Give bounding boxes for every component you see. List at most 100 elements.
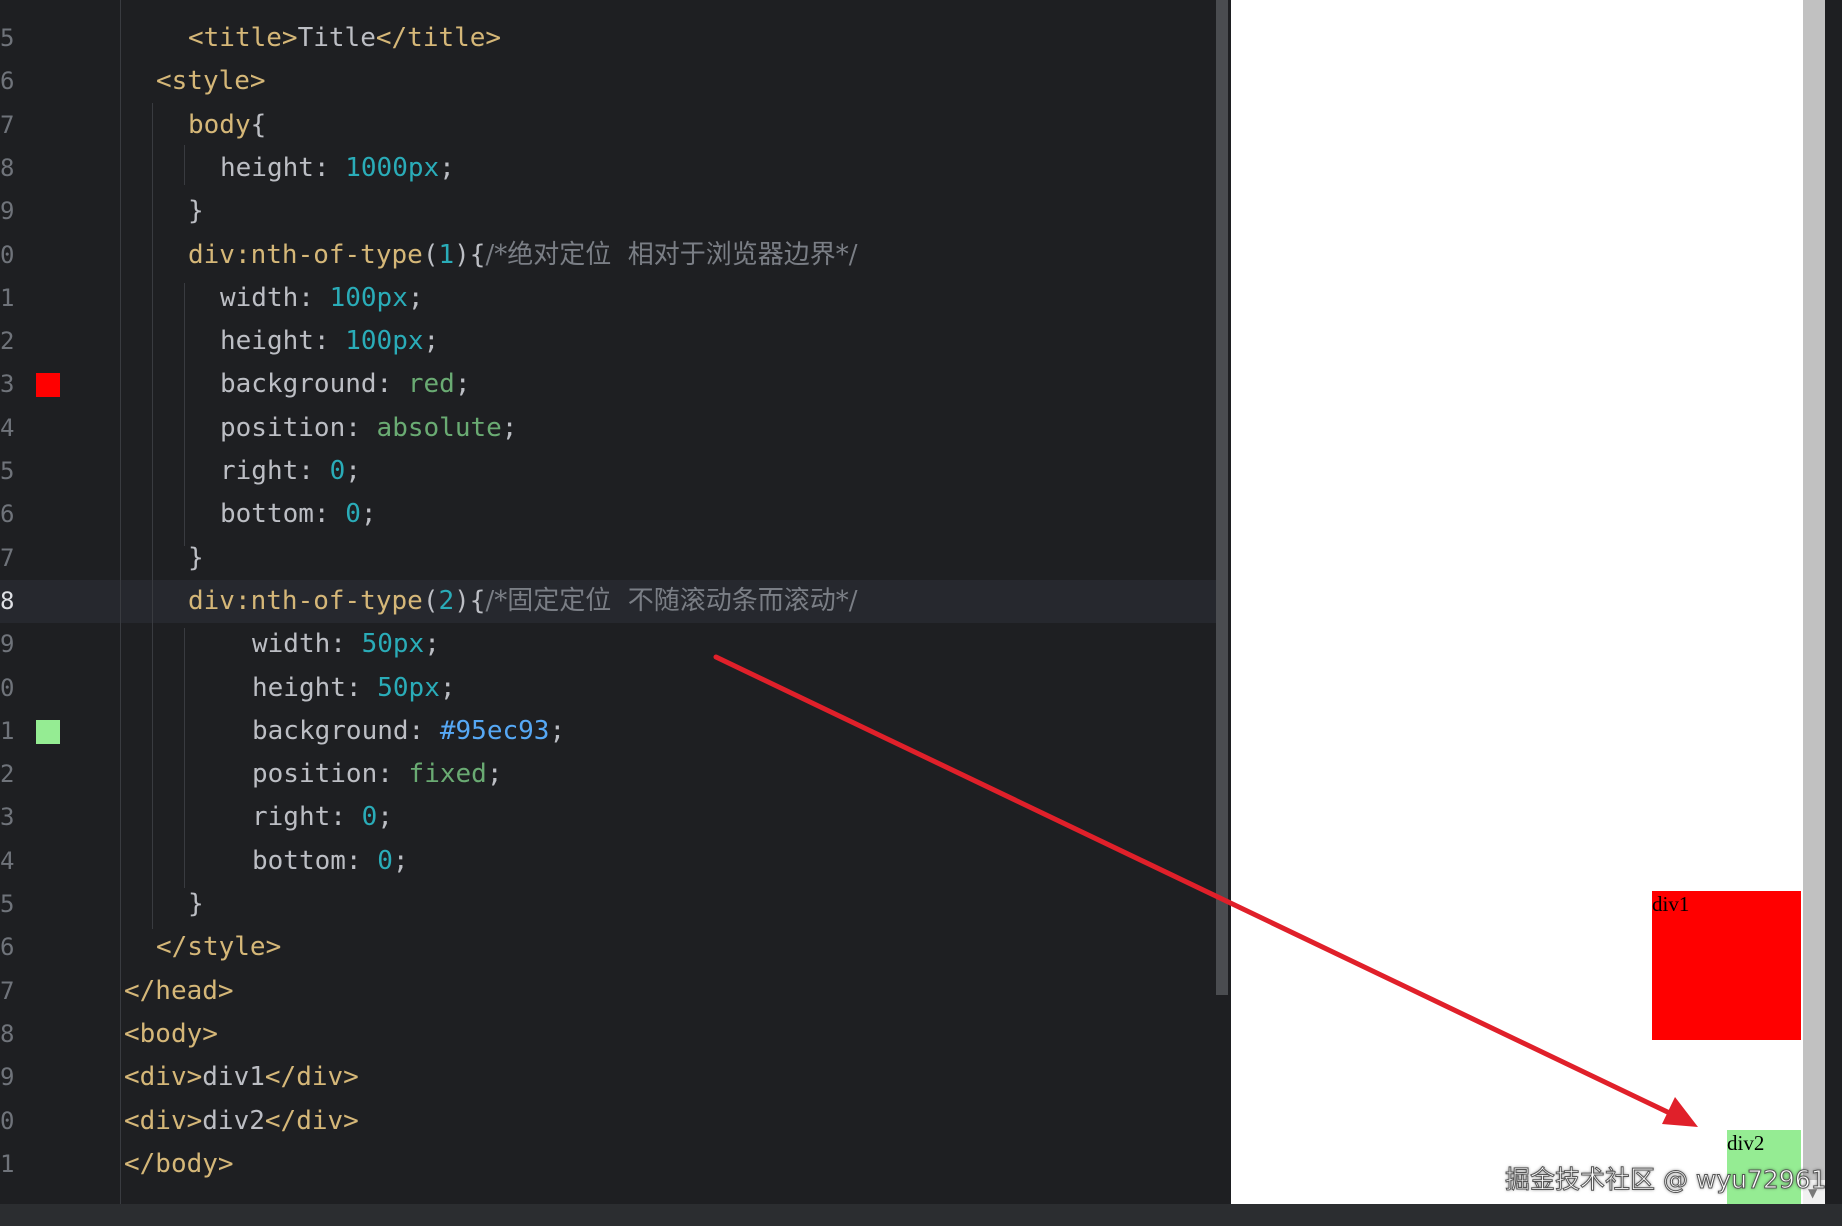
code-text: div:nth-of-type(1){/*绝对定位 相对于浏览器边界*/ [188,234,858,277]
code-line[interactable]: 6 </style> [0,926,1220,969]
line-number[interactable]: 0 [0,1100,20,1143]
code-token: fixed [408,759,487,789]
line-number[interactable]: 4 [0,840,20,883]
line-number[interactable]: 2 [0,753,20,796]
code-line[interactable]: 7 body{ [0,104,1220,147]
code-token: } [188,543,204,573]
indent-guide [184,628,185,888]
code-editor[interactable]: 5 <title>Title</title> 6 <style> 7 body{8 heig… [0,0,1220,1204]
line-number[interactable]: 3 [0,796,20,839]
code-line[interactable]: 8 <body> [0,1013,1220,1056]
code-token: absolute [376,413,502,443]
code-text: right: 0; [220,450,361,493]
line-number[interactable]: 3 [0,363,20,406]
code-text: height: 1000px; [220,147,455,190]
preview-scrollbar-thumb[interactable] [1803,0,1825,1180]
code-line[interactable]: 8 height: 1000px; [0,147,1220,190]
code-token: : [345,673,378,703]
code-line[interactable]: 6 bottom: 0; [0,493,1220,536]
code-line[interactable]: 2 height: 100px; [0,320,1220,363]
code-line[interactable]: 7 </head> [0,970,1220,1013]
code-line[interactable]: 3 right: 0; [0,796,1220,839]
code-token: bottom [220,499,314,529]
line-number[interactable]: 2 [0,320,20,363]
code-line[interactable]: 5 <title>Title</title> [0,17,1220,60]
line-number[interactable]: 0 [0,667,20,710]
code-token: : [313,499,346,529]
code-line[interactable]: 8 div:nth-of-type(2){/*固定定位 不随滚动条而滚动*/ [0,580,1220,623]
line-number[interactable]: 1 [0,277,20,320]
line-number[interactable]: 8 [0,1013,20,1056]
code-token: div2 [202,1106,265,1136]
line-number[interactable]: 6 [0,493,20,536]
line-number[interactable]: 0 [0,234,20,277]
code-line[interactable]: 0 height: 50px; [0,667,1220,710]
line-number[interactable]: 9 [0,623,20,666]
line-number[interactable]: 6 [0,926,20,969]
code-line[interactable]: 3 background: red; [0,363,1220,406]
code-token: </body> [124,1149,234,1179]
code-token: 0 [329,456,346,486]
line-number[interactable]: 6 [0,60,20,103]
code-line[interactable]: 5 right: 0; [0,450,1220,493]
line-number[interactable]: 7 [0,970,20,1013]
line-number[interactable]: 4 [0,407,20,450]
line-number[interactable]: 7 [0,104,20,147]
editor-scrollbar[interactable] [1216,0,1228,995]
code-line[interactable]: 0 <div>div2</div> [0,1100,1220,1143]
status-bar [0,1204,1842,1226]
code-text: <body> [124,1013,218,1056]
code-line[interactable]: 2 position: fixed; [0,753,1220,796]
code-token: : [345,413,377,443]
code-line[interactable]: 1 </body> [0,1143,1220,1186]
line-number[interactable]: 5 [0,450,20,493]
line-number[interactable]: 8 [0,147,20,190]
code-line[interactable]: 4 bottom: 0; [0,840,1220,883]
line-number[interactable]: 9 [0,1056,20,1099]
code-line[interactable]: 0 div:nth-of-type(1){/*绝对定位 相对于浏览器边界*/ [0,234,1220,277]
code-token: } [188,196,204,226]
line-number[interactable]: 5 [0,883,20,926]
code-token: Title [297,23,376,53]
code-text: } [188,883,204,926]
code-line[interactable]: 9 <div>div1</div> [0,1056,1220,1099]
code-line[interactable]: 1 background: #95ec93; [0,710,1220,753]
code-token: 0 [345,499,361,529]
code-token: ; [486,759,503,789]
color-swatch-icon[interactable] [36,373,60,397]
code-token: : [298,283,330,313]
code-text: } [188,537,204,580]
line-number[interactable]: 1 [0,710,20,753]
code-token: ; [423,326,440,356]
color-swatch-icon[interactable] [36,720,60,744]
line-number[interactable]: 8 [0,580,20,623]
line-number[interactable]: 5 [0,17,20,60]
code-token: width [252,629,331,659]
code-text: bottom: 0; [220,493,377,536]
line-number[interactable]: 1 [0,1143,20,1186]
code-line[interactable]: 7} [0,537,1220,580]
line-number[interactable]: 9 [0,190,20,233]
code-token: ){ [454,586,486,616]
line-number[interactable]: 7 [0,537,20,580]
code-line[interactable]: 9 width: 50px; [0,623,1220,666]
code-text: </style> [156,926,281,969]
code-text: background: #95ec93; [252,710,565,753]
code-line[interactable]: 9} [0,190,1220,233]
code-token: </head> [124,976,234,1006]
code-line[interactable]: 1 width: 100px; [0,277,1220,320]
code-token: 50px [361,629,425,659]
code-text: </body> [124,1143,234,1186]
code-token: <div> [124,1106,203,1136]
code-token: ; [501,413,518,443]
code-token: : [298,456,330,486]
code-text: right: 0; [252,796,393,839]
code-token: : [376,369,408,399]
code-token: div:nth-of-type [188,240,423,270]
code-token: #95ec93 [439,716,550,746]
code-line[interactable]: 6 <style> [0,60,1220,103]
code-line[interactable]: 4 position: absolute; [0,407,1220,450]
code-line[interactable]: 5} [0,883,1220,926]
code-token: : [313,326,346,356]
code-token: position [220,413,346,443]
